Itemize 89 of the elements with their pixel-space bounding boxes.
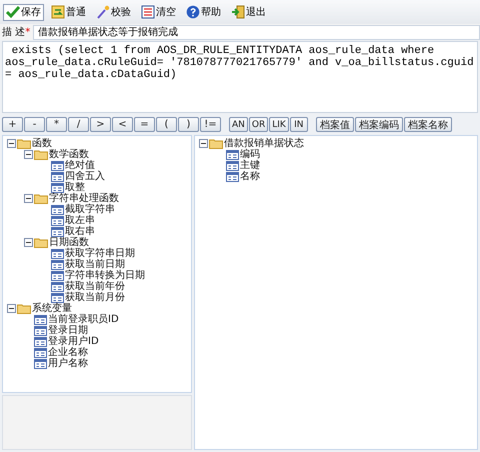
field-icon [34,348,47,358]
checkmark-icon [6,5,20,19]
tree-item[interactable]: 编码 [240,149,260,160]
tree-item[interactable]: 企业名称 [48,347,88,358]
folder-icon [17,303,31,314]
toolbar-button[interactable]: 校验 [93,4,134,20]
tree-item[interactable]: 字符串处理函数 [49,193,119,204]
toolbar-button[interactable]: 清空 [138,4,179,20]
tree-item[interactable]: 借款报销单据状态 [224,138,304,149]
operator-button[interactable]: < [112,117,133,132]
tree-item[interactable]: 获取当前月份 [65,292,125,303]
folder-icon [17,138,31,149]
field-button[interactable]: 档案编码 [354,117,403,132]
field-icon [226,160,239,170]
field-icon [51,216,64,226]
exit-door-icon [231,5,245,19]
tree-item[interactable]: 登录用户ID [48,336,99,347]
field-icon [34,314,47,324]
description-label: 描 述 [2,26,26,39]
operator-button[interactable]: > [90,117,111,132]
field-icon [51,270,64,280]
toolbar-button[interactable]: 保存 [3,4,44,20]
tree-item[interactable]: 获取字符串日期 [65,248,135,259]
help-icon [186,5,200,19]
operator-button[interactable]: = [134,117,155,132]
tree-item[interactable]: 日期函数 [49,237,89,248]
collapse-icon[interactable] [199,139,208,148]
collapse-icon[interactable] [24,150,33,159]
tree-item[interactable]: 登录日期 [48,325,88,336]
operator-button[interactable]: + [2,117,23,132]
folder-icon [209,138,223,149]
required-mark: * [25,26,30,38]
tree-item[interactable]: 截取字符串 [65,204,115,215]
field-icon [51,182,64,192]
field-icon [51,282,64,292]
operator-button[interactable]: / [68,117,89,132]
field-icon [51,292,64,302]
logic-button[interactable]: OR [248,117,268,132]
operator-button[interactable]: != [200,117,221,132]
wand-icon [96,5,110,19]
list-icon [141,5,155,19]
toolbar-button[interactable]: 普通 [48,4,89,20]
field-icon [51,204,64,214]
tree-item[interactable]: 当前登录职员ID [48,314,119,325]
tree-item[interactable]: 绝对值 [65,160,95,171]
folder-icon [34,237,48,248]
toolbar-button[interactable]: 退出 [228,4,269,20]
collapse-icon[interactable] [7,304,16,313]
tree-item[interactable]: 系统变量 [32,303,72,314]
field-icon [51,172,64,182]
collapse-icon[interactable] [24,194,33,203]
field-icon [51,160,64,170]
field-button[interactable]: 档案名称 [404,117,452,132]
tree-item[interactable]: 获取当前日期 [65,259,125,270]
tree-item[interactable]: 取整 [65,182,85,193]
tree-item[interactable]: 名称 [240,171,260,182]
description-field[interactable]: 借款报销单据状态等于报销完成 [33,24,480,40]
tree-item[interactable]: 四舍五入 [65,171,105,182]
operator-button[interactable]: - [24,117,45,132]
tree-item[interactable]: 数学函数 [49,149,89,160]
field-button[interactable]: 档案值 [316,117,354,132]
tree-item[interactable]: 主键 [240,160,260,171]
operator-button[interactable]: * [46,117,67,132]
toolbar-button[interactable]: 帮助 [183,4,224,20]
field-icon [51,248,64,258]
tree-item[interactable]: 用户名称 [48,358,88,369]
tree-item[interactable]: 字符串转换为日期 [65,270,145,281]
logic-button[interactable]: AN [229,117,248,132]
tree-item[interactable]: 取左串 [65,215,95,226]
field-icon [226,172,239,182]
collapse-icon[interactable] [7,139,16,148]
field-icon [34,358,47,368]
arrows-icon [51,5,65,19]
operator-button[interactable]: ( [156,117,177,132]
field-icon [34,336,47,346]
field-icon [51,260,64,270]
logic-button[interactable]: LIK [269,117,289,132]
collapse-icon[interactable] [24,238,33,247]
tree-item[interactable]: 获取当前年份 [65,281,125,292]
logic-button[interactable]: IN [290,117,308,132]
operator-button[interactable]: ) [178,117,199,132]
folder-icon [34,149,48,160]
field-icon [226,150,239,160]
tree-item[interactable]: 函数 [32,138,52,149]
folder-icon [34,193,48,204]
tree-item[interactable]: 取右串 [65,226,95,237]
expression-editor[interactable]: exists (select 1 from AOS_DR_RULE_ENTITYDATA aos_rule_data where aos_rule_data.cRuleGuid= '781078777021765779' and v_oa_billstatus.cguid = aos_rule_data.cDataGuid) [2,41,478,113]
field-icon [34,326,47,336]
field-icon [51,226,64,236]
